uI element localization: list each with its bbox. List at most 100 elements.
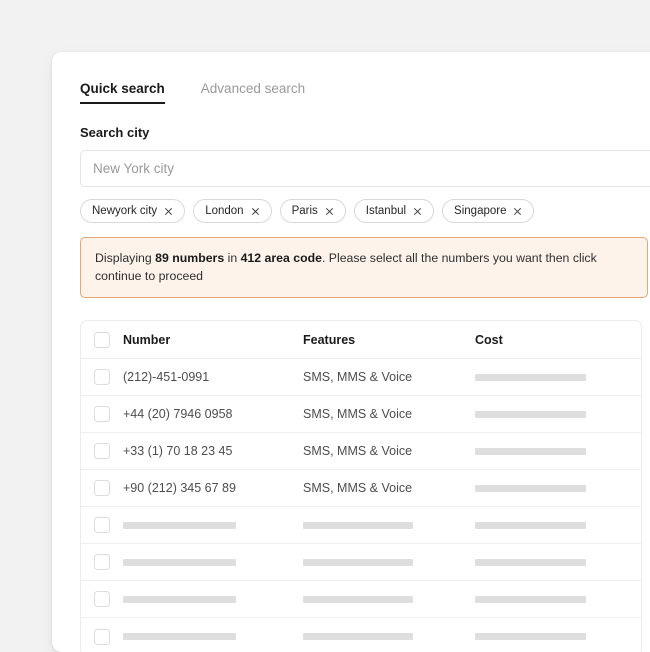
chip-label: Paris — [291, 205, 318, 217]
features-placeholder-bar — [303, 595, 413, 603]
cell-number — [123, 595, 303, 603]
cell-number — [123, 558, 303, 566]
table-row[interactable]: +44 (20) 7946 0958 SMS, MMS & Voice — [81, 396, 641, 433]
cell-cost — [475, 633, 641, 640]
row-checkbox[interactable] — [94, 443, 110, 459]
chip-label: London — [205, 205, 244, 217]
cell-features: SMS, MMS & Voice — [303, 370, 413, 384]
close-icon[interactable] — [513, 207, 522, 216]
table-row[interactable]: (212)-451-0991 SMS, MMS & Voice — [81, 359, 641, 396]
tab-advanced-search-label: Advanced search — [200, 81, 306, 96]
cost-placeholder-bar — [475, 484, 586, 492]
number-placeholder-bar — [123, 633, 236, 640]
row-checkbox[interactable] — [94, 628, 110, 645]
table-row[interactable]: +33 (1) 70 18 23 45 SMS, MMS & Voice — [81, 433, 641, 470]
cell-cost — [475, 595, 641, 603]
close-icon[interactable] — [164, 207, 173, 216]
select-all-cell — [81, 331, 123, 348]
cell-cost — [475, 447, 641, 455]
cell-cost — [475, 373, 641, 381]
row-select-cell — [81, 517, 123, 533]
table-header-row: Number Features Cost — [81, 321, 641, 359]
numbers-table: Number Features Cost (212)-451-0991 SMS,… — [80, 320, 642, 652]
cell-number — [123, 521, 303, 529]
search-city-input[interactable] — [80, 150, 650, 187]
close-icon[interactable] — [251, 207, 260, 216]
chip-paris[interactable]: Paris — [279, 199, 346, 223]
cell-number: (212)-451-0991 — [123, 370, 210, 384]
cell-cost — [475, 484, 641, 492]
chip-istanbul[interactable]: Istanbul — [353, 199, 435, 223]
cell-number — [123, 633, 303, 640]
row-checkbox[interactable] — [94, 369, 110, 385]
cost-placeholder-bar — [475, 595, 586, 603]
alert-middle: in — [224, 251, 241, 265]
column-header-features[interactable]: Features — [303, 333, 475, 347]
selected-cities-chip-list: Newyork city London Paris Istanbul Singa… — [80, 199, 650, 223]
chip-singapore[interactable]: Singapore — [442, 199, 535, 223]
tab-quick-search[interactable]: Quick search — [80, 81, 165, 104]
search-mode-tabs: Quick search Advanced search — [80, 78, 650, 104]
features-placeholder-bar — [303, 558, 413, 566]
search-city-label: Search city — [80, 125, 150, 140]
cost-placeholder-bar — [475, 633, 586, 640]
table-row-skeleton — [81, 618, 641, 652]
features-placeholder-bar — [303, 633, 413, 640]
alert-area-code: 412 area code — [240, 251, 322, 265]
cell-cost — [475, 558, 641, 566]
cell-features: SMS, MMS & Voice — [303, 444, 413, 458]
tab-advanced-search[interactable]: Advanced search — [201, 81, 305, 104]
table-row-skeleton — [81, 581, 641, 618]
cell-features — [303, 595, 475, 603]
results-info-banner: Displaying 89 numbers in 412 area code. … — [80, 237, 648, 298]
row-checkbox[interactable] — [94, 554, 110, 570]
cost-placeholder-bar — [475, 410, 586, 418]
column-header-cost[interactable]: Cost — [475, 333, 641, 347]
number-placeholder-bar — [123, 558, 236, 566]
cell-features — [303, 558, 475, 566]
row-checkbox[interactable] — [94, 591, 110, 607]
tab-quick-search-label: Quick search — [80, 81, 165, 96]
table-row-skeleton — [81, 544, 641, 581]
cell-features: SMS, MMS & Voice — [303, 481, 413, 495]
cell-number: +33 (1) 70 18 23 45 — [123, 444, 233, 458]
close-icon[interactable] — [325, 207, 334, 216]
chip-label: Newyork city — [92, 205, 158, 217]
cell-features: SMS, MMS & Voice — [303, 407, 413, 421]
number-placeholder-bar — [123, 595, 236, 603]
alert-prefix: Displaying — [95, 251, 156, 265]
table-row-skeleton — [81, 507, 641, 544]
row-checkbox[interactable] — [94, 406, 110, 422]
chip-label: Singapore — [454, 205, 507, 217]
column-header-number[interactable]: Number — [123, 333, 303, 347]
cost-placeholder-bar — [475, 447, 586, 455]
cell-number: +44 (20) 7946 0958 — [123, 407, 233, 421]
row-select-cell — [81, 628, 123, 645]
row-select-cell — [81, 591, 123, 607]
close-icon[interactable] — [413, 207, 422, 216]
table-row[interactable]: +90 (212) 345 67 89 SMS, MMS & Voice — [81, 470, 641, 507]
chip-london[interactable]: London — [193, 199, 272, 223]
cell-number: +90 (212) 345 67 89 — [123, 481, 236, 495]
row-select-cell — [81, 369, 123, 385]
cost-placeholder-bar — [475, 521, 586, 529]
features-placeholder-bar — [303, 521, 413, 529]
cell-cost — [475, 521, 641, 529]
chip-newyork-city[interactable]: Newyork city — [80, 199, 186, 223]
alert-count: 89 numbers — [155, 251, 225, 265]
number-placeholder-bar — [123, 521, 236, 529]
quick-search-card: Quick search Advanced search Search city… — [52, 52, 650, 652]
row-checkbox[interactable] — [94, 480, 110, 496]
row-select-cell — [81, 480, 123, 496]
cost-placeholder-bar — [475, 373, 586, 381]
cost-placeholder-bar — [475, 558, 586, 566]
row-select-cell — [81, 443, 123, 459]
row-select-cell — [81, 406, 123, 422]
cell-features — [303, 521, 475, 529]
cell-features — [303, 633, 475, 640]
row-checkbox[interactable] — [94, 517, 110, 533]
cell-cost — [475, 410, 641, 418]
row-select-cell — [81, 554, 123, 570]
select-all-checkbox[interactable] — [94, 331, 110, 348]
chip-label: Istanbul — [365, 205, 407, 217]
